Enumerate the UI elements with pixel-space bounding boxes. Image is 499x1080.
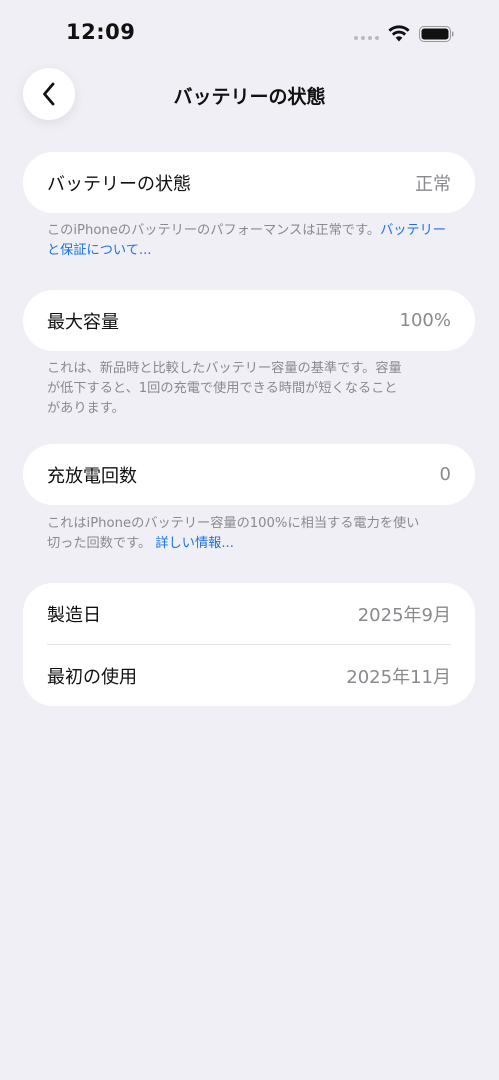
battery-health-footnote: このiPhoneのバッテリーのパフォーマンスは正常です。バッテリーと保証について… — [47, 221, 457, 261]
max-capacity-footnote: これは、新品時と比較したバッテリー容量の基準です。容量 が低下すると、1回の充電… — [47, 359, 457, 419]
battery-health-value: 正常 — [415, 173, 451, 195]
first-use-label: 最初の使用 — [47, 666, 137, 688]
max-capacity-footnote-line: これは、新品時と比較したバッテリー容量の基準です。容量 — [47, 361, 402, 376]
battery-health-label: バッテリーの状態 — [47, 173, 191, 195]
battery-icon — [419, 26, 454, 42]
page-title: バッテリーの状態 — [173, 86, 326, 108]
battery-health-footnote-text: このiPhoneのバッテリーのパフォーマンスは正常です。 — [47, 223, 381, 238]
battery-health-card: バッテリーの状態 正常 — [23, 152, 475, 213]
dates-card: 製造日 2025年9月 最初の使用 2025年11月 — [23, 583, 475, 706]
first-use-value: 2025年11月 — [346, 666, 451, 688]
cycle-count-footnote-line: これはiPhoneのバッテリー容量の100%に相当する電力を使い — [47, 516, 420, 531]
cellular-signal-icon — [354, 36, 379, 40]
first-use-row: 最初の使用 2025年11月 — [23, 645, 475, 706]
status-bar: 12:09 — [0, 0, 499, 70]
cycle-count-row: 充放電回数 0 — [23, 444, 475, 505]
battery-health-row: バッテリーの状態 正常 — [23, 152, 475, 213]
navigation-bar: バッテリーの状態 — [0, 68, 499, 122]
max-capacity-value: 100% — [399, 310, 451, 331]
cycle-count-footnote-line: 切った回数です。 — [47, 536, 152, 551]
manufacture-date-row: 製造日 2025年9月 — [23, 583, 475, 644]
wifi-icon — [388, 25, 410, 42]
status-time: 12:09 — [66, 20, 136, 44]
manufacture-date-label: 製造日 — [47, 604, 101, 626]
max-capacity-card: 最大容量 100% — [23, 290, 475, 351]
learn-more-link[interactable]: 詳しい情報... — [155, 536, 234, 551]
max-capacity-footnote-line: があります。 — [47, 401, 125, 416]
max-capacity-label: 最大容量 — [47, 311, 119, 333]
max-capacity-footnote-line: が低下すると、1回の充電で使用できる時間が短くなること — [47, 381, 398, 396]
manufacture-date-value: 2025年9月 — [357, 604, 451, 626]
max-capacity-row: 最大容量 100% — [23, 290, 475, 351]
cycle-count-value: 0 — [439, 464, 451, 485]
cycle-count-footnote: これはiPhoneのバッテリー容量の100%に相当する電力を使い 切った回数です… — [47, 514, 457, 554]
cycle-count-card: 充放電回数 0 — [23, 444, 475, 505]
cycle-count-label: 充放電回数 — [47, 465, 137, 487]
